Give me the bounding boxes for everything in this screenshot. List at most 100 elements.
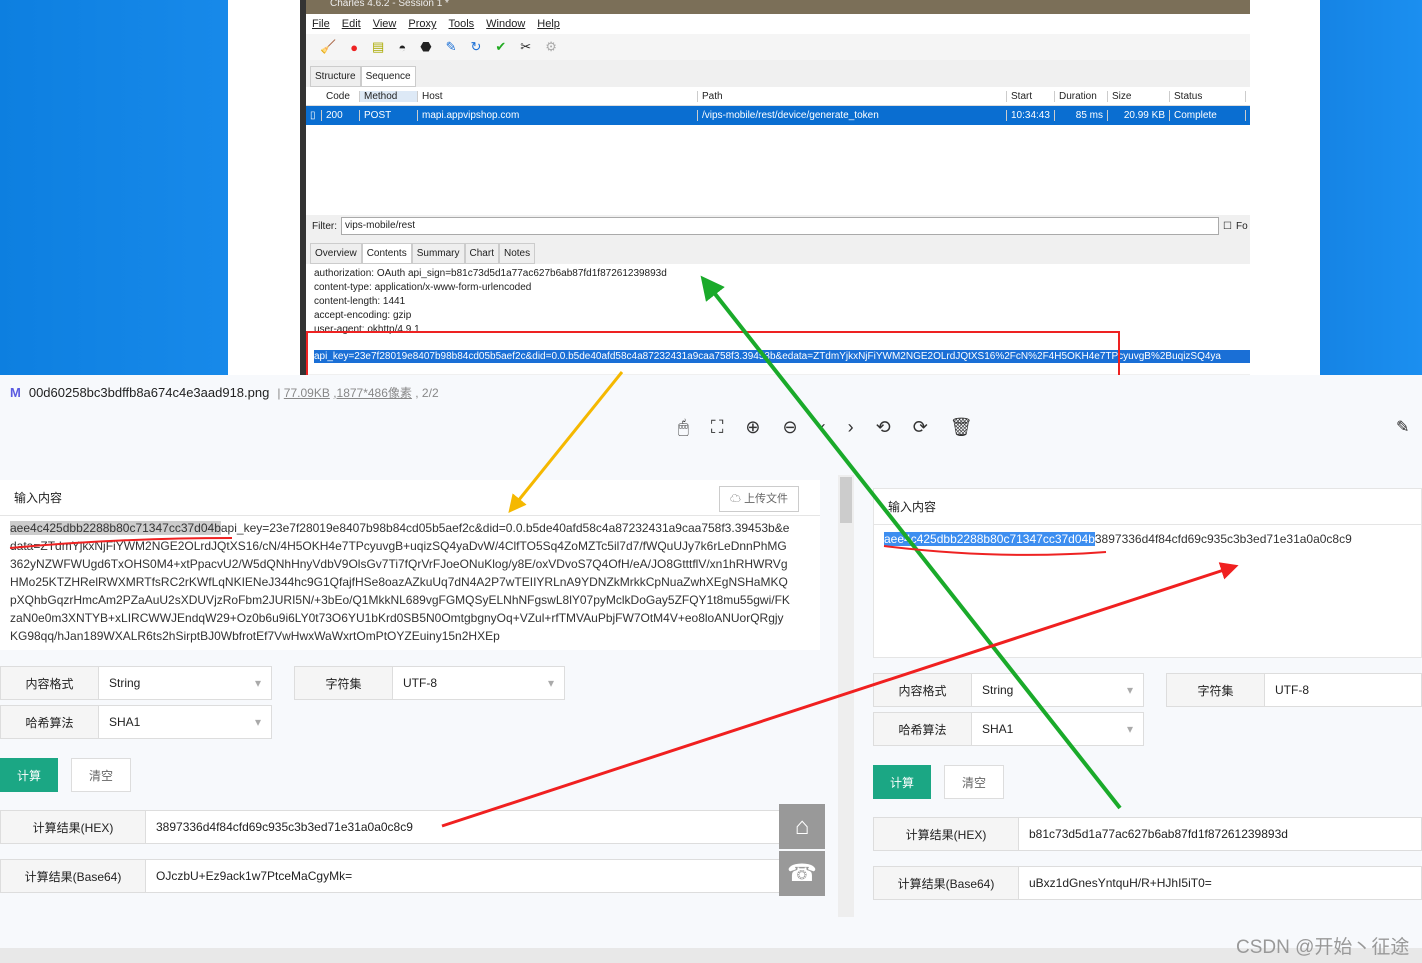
col-host[interactable]: Host <box>418 90 698 102</box>
menu-window[interactable]: Window <box>486 18 525 30</box>
charset-label: 字符集 <box>295 667 393 699</box>
col-size[interactable]: Size <box>1108 90 1170 102</box>
cell-status: Complete <box>1170 110 1246 121</box>
menu-tools[interactable]: Tools <box>448 18 474 30</box>
format-select[interactable]: 内容格式 String ▾ <box>873 673 1144 707</box>
view-tabs: Structure Sequence <box>306 66 1250 87</box>
calculate-button[interactable]: 计算 <box>0 758 58 792</box>
turtle-icon[interactable]: ◓ <box>398 40 406 55</box>
tools-icon[interactable]: ✂ <box>520 39 531 55</box>
menu-bar: File Edit View Proxy Tools Window Help <box>306 14 1250 34</box>
record-icon[interactable]: ● <box>350 40 358 55</box>
format-select[interactable]: 内容格式 String ▾ <box>0 666 272 700</box>
hash-label: 哈希算法 <box>1 706 99 738</box>
filter-checkbox[interactable]: ☐ <box>1223 221 1232 232</box>
base64-label: 计算结果(Base64) <box>1 860 146 892</box>
menu-help[interactable]: Help <box>537 18 560 30</box>
clear-button[interactable]: 清空 <box>944 765 1004 799</box>
base64-value[interactable]: uBxz1dGnesYntquH/R+HJhI5iT0= <box>1019 867 1419 899</box>
hash-value: SHA1 <box>982 722 1014 736</box>
home-icon[interactable]: ⌂ <box>779 804 825 849</box>
zoom-in-icon[interactable]: ⊕ <box>745 417 760 438</box>
calculate-button[interactable]: 计算 <box>873 765 931 799</box>
cell-code: 200 <box>322 110 360 121</box>
input-text: 3897336d4f84cfd69c935c3b3ed71e31a0a0c8c9 <box>1094 532 1352 546</box>
hex-value[interactable]: 3897336d4f84cfd69c935c3b3ed71e31a0a0c8c9 <box>146 811 746 843</box>
input-textarea[interactable]: aee4c425dbb2288b80c71347cc37d04b3897336d… <box>874 525 1421 551</box>
throttle-icon[interactable]: ▤ <box>372 39 384 55</box>
annotation-red-box <box>306 331 1120 377</box>
hex-label: 计算结果(HEX) <box>1 811 146 843</box>
charset-select[interactable]: 字符集 UTF-8 ▾ <box>294 666 565 700</box>
zoom-out-icon[interactable]: ⊖ <box>783 417 798 438</box>
refresh-icon[interactable]: ↻ <box>470 39 481 55</box>
hex-value[interactable]: b81c73d5d1a77ac627b6ab87fd1f87261239893d <box>1019 818 1419 850</box>
edit-icon[interactable]: ✎ <box>1396 417 1409 437</box>
col-duration[interactable]: Duration <box>1055 90 1108 102</box>
menu-proxy[interactable]: Proxy <box>408 18 436 30</box>
tab-overview[interactable]: Overview <box>310 243 362 264</box>
input-label: 输入内容 ☁ 上传文件 <box>0 480 820 516</box>
cell-duration: 85 ms <box>1055 110 1108 121</box>
support-icon[interactable]: ☎ <box>779 851 825 896</box>
filter-label: Filter: <box>312 220 337 232</box>
header-line: accept-encoding: gzip <box>314 310 412 321</box>
hash-select[interactable]: 哈希算法 SHA1 ▾ <box>0 705 272 739</box>
fit-screen-icon[interactable]: ⛶ <box>711 417 724 438</box>
next-icon[interactable]: › <box>848 417 854 438</box>
input-label: 输入内容 <box>874 489 1421 525</box>
header-line: content-type: application/x-www-form-url… <box>314 282 532 293</box>
input-text: api_key=23e7f28019e8407b98b84cd05b5aef2c… <box>10 521 790 643</box>
table-row[interactable]: ▯ 200 POST mapi.appvipshop.com /vips-mob… <box>306 106 1250 125</box>
rotate-left-icon[interactable]: ⟲ <box>876 417 891 438</box>
charset-select[interactable]: 字符集 UTF-8 <box>1166 673 1422 707</box>
delete-icon[interactable]: 🗑 <box>950 417 973 438</box>
col-code[interactable]: Code <box>322 90 360 102</box>
file-size[interactable]: 77.09KB <box>284 386 330 400</box>
watermark: CSDN @开始丶征途 <box>1236 937 1410 958</box>
col-status[interactable]: Status <box>1170 90 1246 102</box>
upload-button[interactable]: ☁ 上传文件 <box>719 486 800 512</box>
base64-value[interactable]: OJczbU+Ez9ack1w7PtceMaCgyMk= <box>146 860 746 892</box>
header-line: content-length: 1441 <box>314 296 406 307</box>
filter-input[interactable]: vips-mobile/rest <box>341 217 1219 235</box>
cell-host: mapi.appvipshop.com <box>418 110 698 121</box>
check-icon[interactable]: ✔ <box>495 39 506 55</box>
file-meta: | 77.09KB ,1877*486像素 , 2/2 <box>277 385 439 400</box>
input-textarea[interactable]: aee4c425dbb2288b80c71347cc37d04bapi_key=… <box>0 516 800 646</box>
broom-icon[interactable]: 🧹 <box>320 39 336 55</box>
tab-structure[interactable]: Structure <box>310 66 361 87</box>
col-start[interactable]: Start <box>1007 90 1055 102</box>
prev-icon[interactable]: ‹ <box>820 417 826 438</box>
chevron-down-icon: ▾ <box>254 715 261 729</box>
col-path[interactable]: Path <box>698 90 1007 102</box>
tab-notes[interactable]: Notes <box>498 243 536 264</box>
menu-view[interactable]: View <box>373 18 397 30</box>
charles-window: Charles 4.6.2 - Session 1 * File Edit Vi… <box>300 0 1250 375</box>
base64-result: 计算结果(Base64) OJczbU+Ez9ack1w7PtceMaCgyMk= <box>0 859 780 893</box>
tab-chart[interactable]: Chart <box>464 243 499 264</box>
col-method[interactable]: Method <box>360 90 418 102</box>
tab-contents[interactable]: Contents <box>361 243 412 264</box>
scrollbar[interactable] <box>838 475 854 917</box>
stop-icon[interactable]: ⬣ <box>420 39 431 55</box>
table-header: Code Method Host Path Start Duration Siz… <box>306 87 1250 106</box>
format-label: 内容格式 <box>874 674 972 706</box>
clear-button[interactable]: 清空 <box>71 758 131 792</box>
tab-summary[interactable]: Summary <box>411 243 465 264</box>
chevron-down-icon: ▾ <box>254 676 261 690</box>
cell-path: /vips-mobile/rest/device/generate_token <box>698 110 1007 121</box>
toolbar: 🧹 ● ▤ ◓ ⬣ ✎ ↻ ✔ ✂ ⚙ <box>306 34 1250 60</box>
hash-select[interactable]: 哈希算法 SHA1 ▾ <box>873 712 1144 746</box>
request-icon: ▯ <box>306 110 322 121</box>
pen-icon[interactable]: ✎ <box>446 39 457 55</box>
hash-value: SHA1 <box>109 715 141 729</box>
menu-file[interactable]: File <box>312 18 330 30</box>
mouse-icon[interactable]: 🖱 <box>678 417 689 438</box>
file-dims[interactable]: ,1877*486像素 <box>333 386 412 400</box>
rotate-right-icon[interactable]: ⟳ <box>913 417 928 438</box>
settings-icon[interactable]: ⚙ <box>545 39 557 55</box>
upload-label: 上传文件 <box>744 493 789 505</box>
tab-sequence[interactable]: Sequence <box>360 66 416 87</box>
menu-edit[interactable]: Edit <box>342 18 361 30</box>
